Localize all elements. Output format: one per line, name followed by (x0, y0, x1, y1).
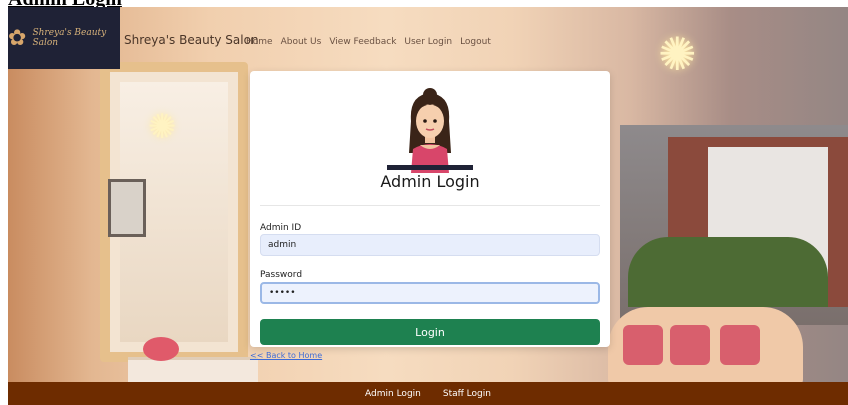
footer-staff-login[interactable]: Staff Login (443, 389, 491, 399)
logo-text: Shreya's Beauty Salon (32, 28, 107, 48)
login-title: Admin Login (380, 172, 480, 191)
hedge (628, 237, 828, 307)
avatar-caption-bar (387, 165, 473, 170)
divider (260, 205, 600, 206)
nav-home[interactable]: Home (246, 37, 273, 47)
salon-logo-icon: ✿ (8, 25, 27, 51)
nav-user-login[interactable]: User Login (404, 37, 452, 47)
wall-photo (108, 179, 146, 237)
nav-about-us[interactable]: About Us (281, 37, 322, 47)
admin-id-label: Admin ID (260, 223, 302, 233)
navbar: ✿ Shreya's Beauty Salon Shreya's Beauty … (8, 7, 848, 69)
footer: Admin Login Staff Login (8, 382, 848, 405)
footer-admin-login[interactable]: Admin Login (365, 389, 421, 399)
password-label: Password (260, 270, 303, 280)
back-to-home-link[interactable]: << Back to Home (250, 351, 322, 360)
pillow (720, 325, 760, 365)
pillow (670, 325, 710, 365)
nav-links: Home About Us View Feedback User Login L… (246, 37, 491, 47)
admin-id-input[interactable] (260, 234, 600, 256)
pillow (623, 325, 663, 365)
salon-logo[interactable]: ✿ Shreya's Beauty Salon (8, 7, 120, 69)
login-button[interactable]: Login (260, 319, 600, 345)
password-input[interactable] (260, 282, 600, 304)
nav-logout[interactable]: Logout (460, 37, 491, 47)
brand-name[interactable]: Shreya's Beauty Salon (124, 33, 259, 47)
nav-view-feedback[interactable]: View Feedback (329, 37, 396, 47)
flowers (143, 337, 179, 361)
admin-avatar-icon (387, 83, 473, 173)
login-card: Admin Login Admin ID Password Login (250, 71, 610, 347)
chandelier-icon: ✺ (148, 107, 177, 147)
